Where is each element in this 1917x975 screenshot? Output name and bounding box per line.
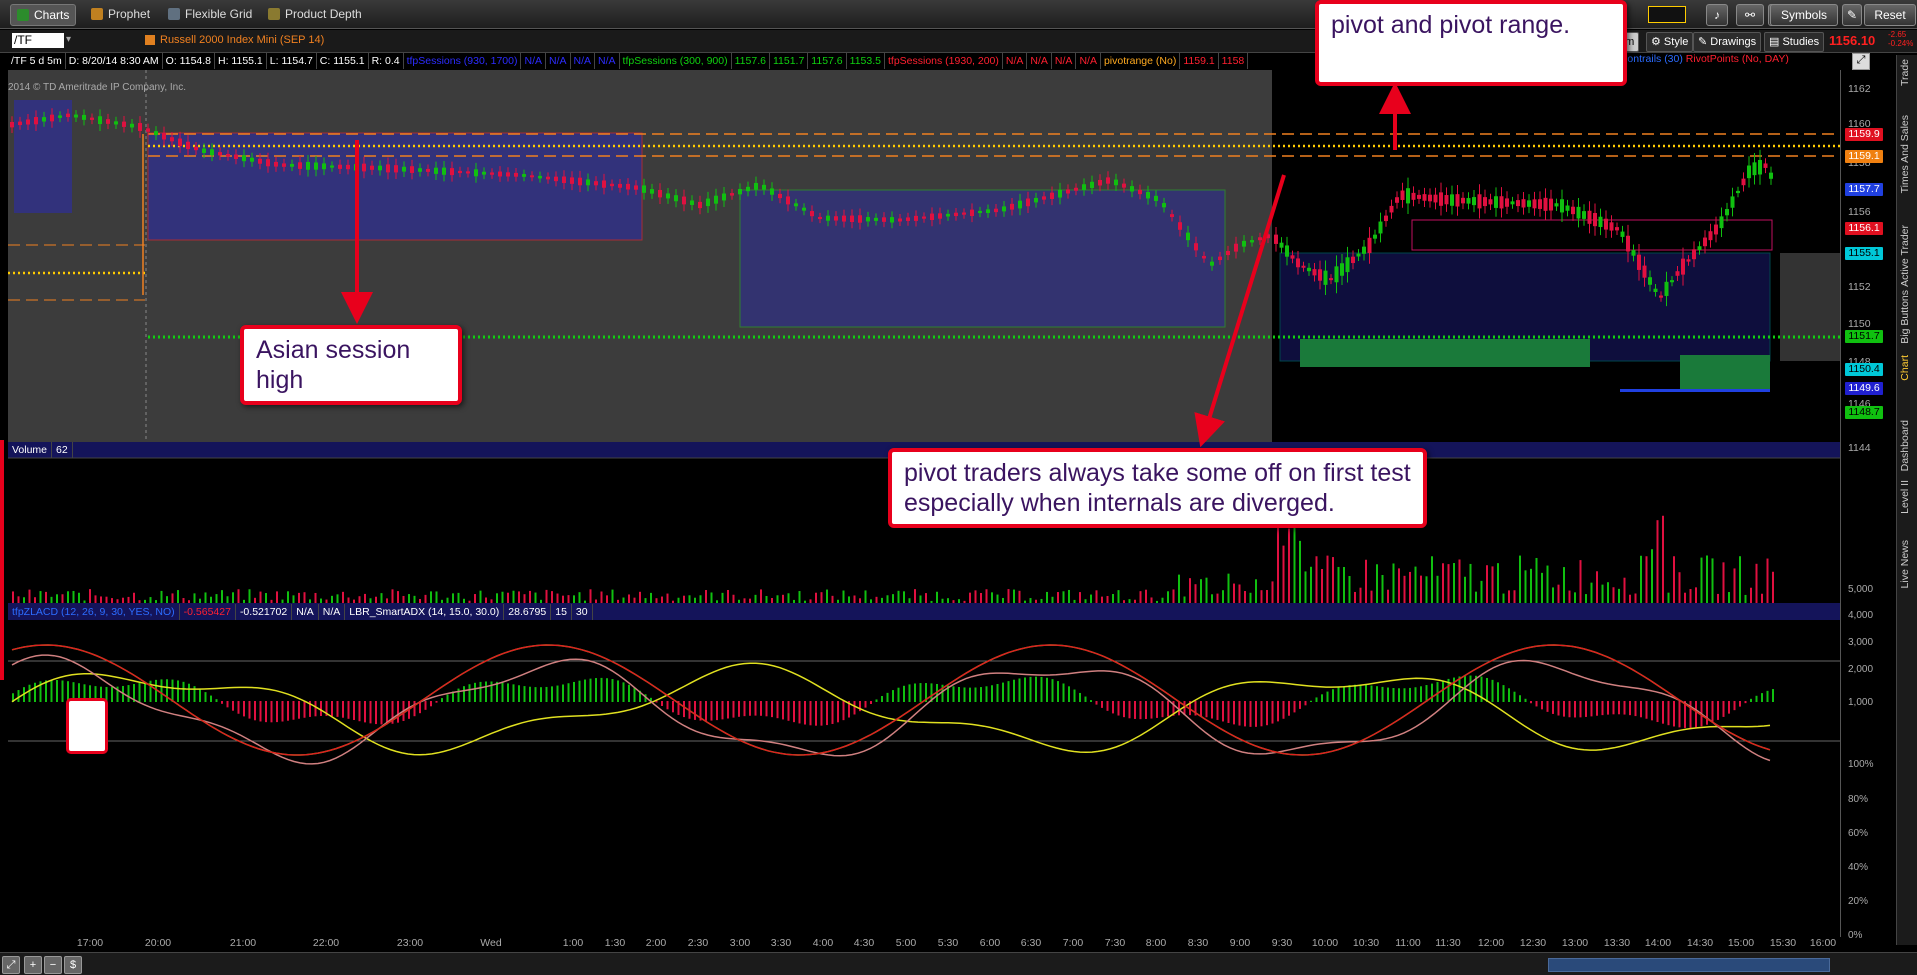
expand-icon[interactable]: ⤢ — [2, 956, 20, 974]
dollar-icon[interactable]: $ — [64, 956, 82, 974]
sidebar-tab-big-buttons[interactable]: Big Buttons — [1899, 290, 1916, 344]
zoom-out-icon[interactable]: − — [44, 956, 62, 974]
sidebar-tab-chart[interactable]: Chart — [1899, 355, 1916, 381]
sidebar-tab-times-and-sales[interactable]: Times And Sales — [1899, 115, 1916, 193]
sidebar-tab-dashboard[interactable]: Dashboard — [1899, 420, 1916, 471]
sidebar-tab-trade[interactable]: Trade — [1899, 59, 1916, 86]
scrollbar[interactable] — [1548, 958, 1830, 972]
bottom-toolbar: ⤢ + − $ — [0, 952, 1917, 975]
sidebar-tab-live-news[interactable]: Live News — [1899, 540, 1916, 588]
arrow-pivot-traders — [1194, 174, 1286, 448]
right-sidebar: Trade Times And Sales Active Trader Big But… — [1896, 55, 1917, 945]
zoom-in-icon[interactable]: + — [24, 956, 42, 974]
annotation-arrows — [341, 82, 1411, 448]
sidebar-tab-level-ii[interactable]: Level II — [1899, 480, 1916, 514]
sidebar-tab-active-trader[interactable]: Active Trader — [1899, 225, 1916, 287]
